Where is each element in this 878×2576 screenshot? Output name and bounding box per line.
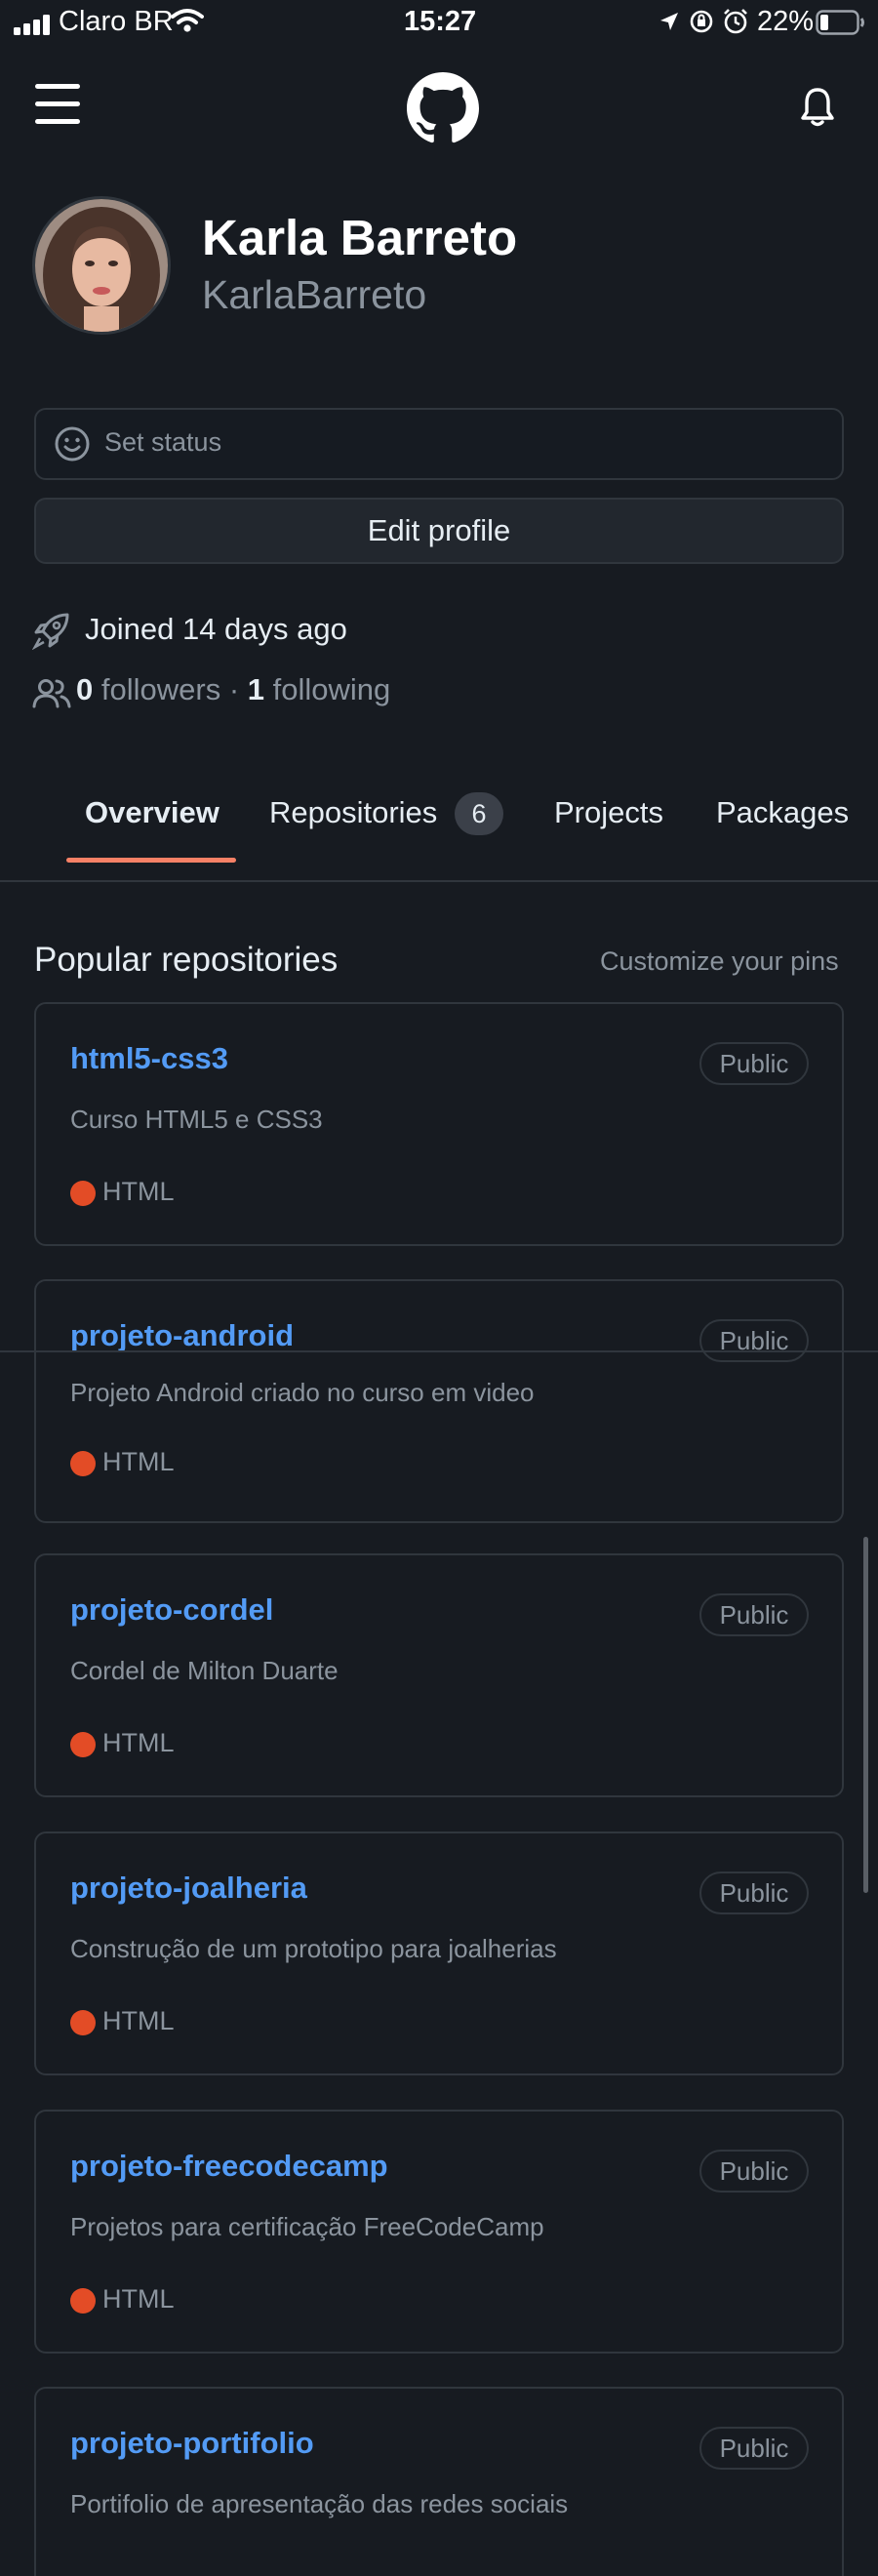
following-count: 1 xyxy=(247,672,265,706)
github-logo-icon[interactable] xyxy=(407,72,479,144)
language-color-dot xyxy=(70,2288,96,2314)
followers-label: followers xyxy=(100,672,221,706)
repositories-count-badge: 6 xyxy=(455,792,503,835)
repo-card[interactable]: projeto-android Public Projeto Android c… xyxy=(34,1279,844,1523)
visibility-badge: Public xyxy=(699,2150,809,2193)
username: KarlaBarreto xyxy=(202,272,427,317)
followers-count: 0 xyxy=(76,672,94,706)
repo-card[interactable]: html5-css3 Public Curso HTML5 e CSS3 HTM… xyxy=(34,1002,844,1246)
following-link[interactable]: 1 following xyxy=(248,672,391,706)
repo-description: Portifolio de apresentação das redes soc… xyxy=(70,2489,569,2518)
visibility-badge: Public xyxy=(699,2427,809,2470)
carrier-label: Claro BR xyxy=(59,6,174,37)
tabs-divider xyxy=(0,880,878,882)
repo-description: Curso HTML5 e CSS3 xyxy=(70,1105,323,1134)
repo-description: Projetos para certificação FreeCodeCamp xyxy=(70,2212,544,2241)
avatar[interactable] xyxy=(32,196,171,335)
battery-percent: 22% xyxy=(757,6,815,37)
following-label: following xyxy=(272,672,391,706)
edit-profile-button[interactable]: Edit profile xyxy=(34,498,844,564)
repo-card[interactable]: projeto-cordel Public Cordel de Milton D… xyxy=(34,1553,844,1797)
orientation-lock-icon xyxy=(690,10,713,33)
bell-icon[interactable] xyxy=(798,86,837,129)
customize-pins-link[interactable]: Customize your pins xyxy=(600,946,839,977)
battery-icon xyxy=(816,10,864,35)
joined-date: Joined 14 days ago xyxy=(85,612,347,646)
language-color-dot xyxy=(70,1451,96,1476)
wifi-icon xyxy=(171,9,204,32)
clock: 15:27 xyxy=(404,6,477,37)
repo-name-link[interactable]: projeto-portifolio xyxy=(70,2426,314,2461)
repo-name-link[interactable]: html5-css3 xyxy=(70,1041,228,1076)
tab-repositories[interactable]: Repositories xyxy=(269,795,437,830)
repo-name-link[interactable]: projeto-joalheria xyxy=(70,1871,307,1906)
repo-language: HTML xyxy=(102,1447,175,1476)
active-tab-indicator xyxy=(66,858,236,863)
repo-language: HTML xyxy=(102,2006,175,2035)
repo-name-link[interactable]: projeto-cordel xyxy=(70,1592,273,1628)
hamburger-menu-icon[interactable] xyxy=(35,84,84,127)
repo-card[interactable]: projeto-portifolio Public Portifolio de … xyxy=(34,2387,844,2576)
language-color-dot xyxy=(70,1181,96,1206)
set-status-label: Set status xyxy=(104,427,222,457)
popular-repositories-title: Popular repositories xyxy=(34,941,339,979)
smiley-icon xyxy=(55,426,90,462)
repo-name-link[interactable]: projeto-android xyxy=(70,1318,294,1353)
visibility-badge: Public xyxy=(699,1593,809,1636)
visibility-badge: Public xyxy=(699,1319,809,1362)
repo-description: Cordel de Milton Duarte xyxy=(70,1656,339,1685)
people-icon xyxy=(32,679,71,708)
tab-projects[interactable]: Projects xyxy=(554,795,663,830)
repo-description: Projeto Android criado no curso em video xyxy=(70,1378,535,1407)
set-status-button[interactable]: Set status xyxy=(34,408,844,480)
follow-separator: · xyxy=(228,672,240,706)
location-icon xyxy=(660,13,678,30)
tab-overview[interactable]: Overview xyxy=(85,795,220,830)
repo-language: HTML xyxy=(102,1728,175,1757)
scrollbar[interactable] xyxy=(863,1537,868,1893)
visibility-badge: Public xyxy=(699,1042,809,1085)
status-bar: Claro BR 15:27 22% xyxy=(0,0,878,45)
rocket-icon xyxy=(32,613,69,650)
visibility-badge: Public xyxy=(699,1872,809,1914)
tab-packages[interactable]: Packages xyxy=(716,795,849,830)
repo-description: Construção de um prototipo para joalheri… xyxy=(70,1934,557,1963)
repo-card[interactable]: projeto-freecodecamp Public Projetos par… xyxy=(34,2110,844,2354)
follow-stats: 0 followers · 1 following xyxy=(76,672,390,707)
followers-link[interactable]: 0 followers xyxy=(76,672,220,706)
screenshot-seam-divider xyxy=(0,1350,878,1352)
repo-language: HTML xyxy=(102,1177,175,1206)
repo-card[interactable]: projeto-joalheria Public Construção de u… xyxy=(34,1831,844,2075)
language-color-dot xyxy=(70,1732,96,1757)
language-color-dot xyxy=(70,2010,96,2035)
alarm-icon xyxy=(724,9,747,34)
display-name: Karla Barreto xyxy=(202,210,518,265)
cellular-signal-icon xyxy=(14,14,55,35)
repo-language: HTML xyxy=(102,2284,175,2314)
repo-name-link[interactable]: projeto-freecodecamp xyxy=(70,2149,388,2184)
